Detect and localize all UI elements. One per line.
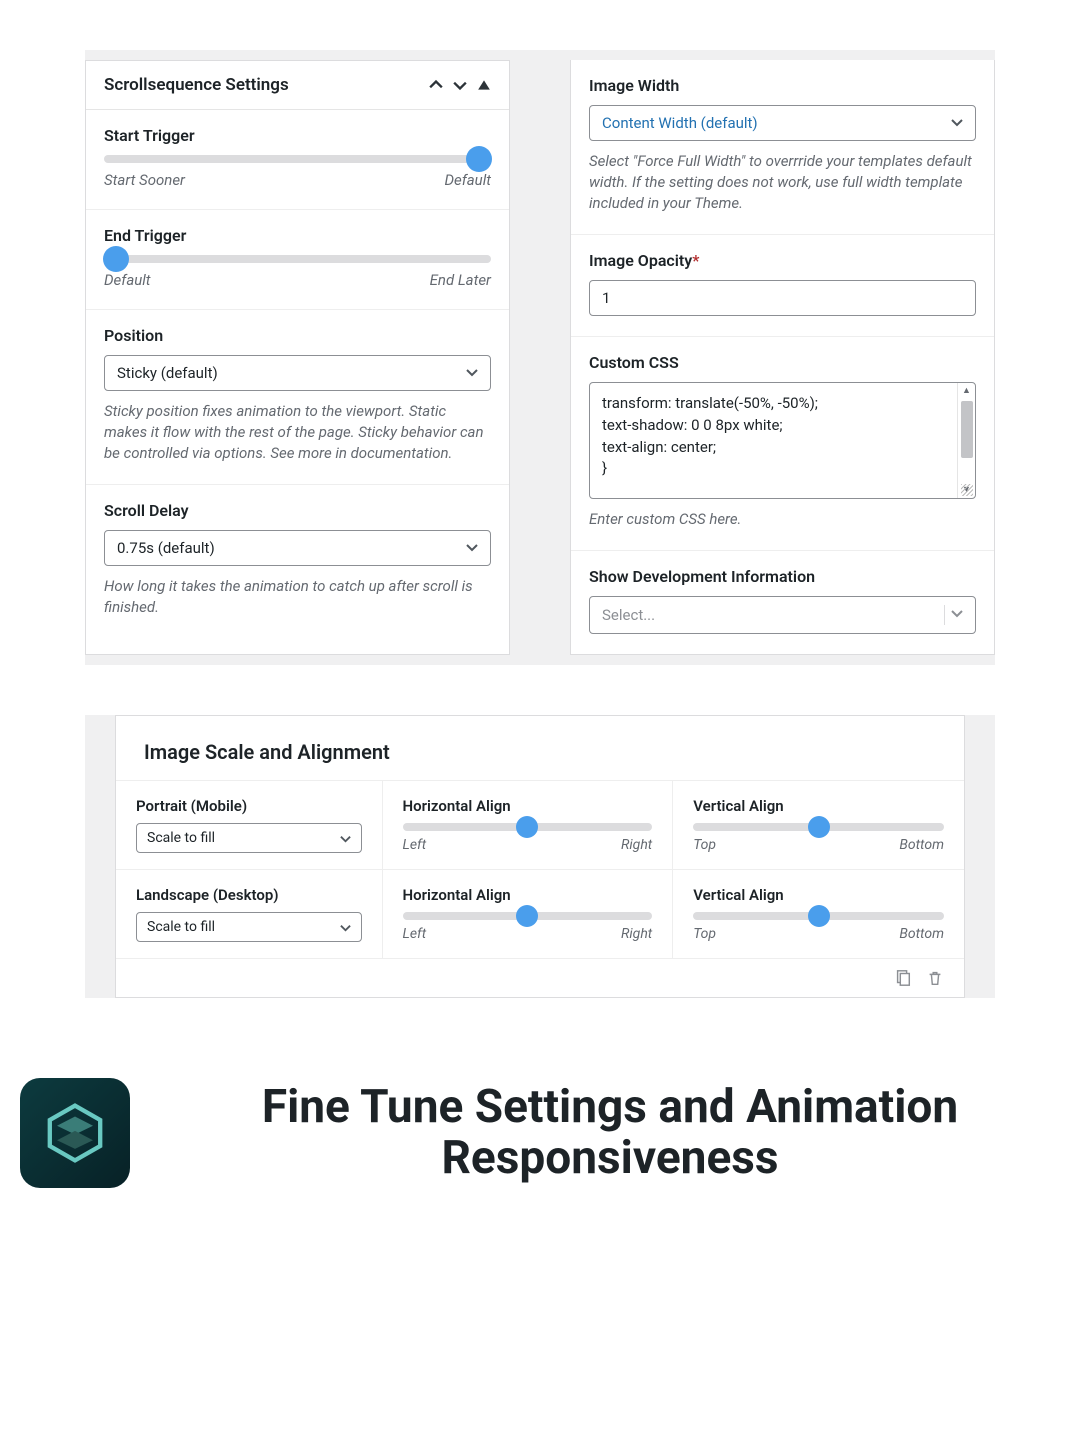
halign-slider[interactable] <box>403 912 653 920</box>
chevron-down-icon <box>951 116 963 131</box>
settings-panel-left: Scrollsequence Settings Start Trigger St… <box>85 60 510 655</box>
image-opacity-label: Image Opacity* <box>589 251 976 270</box>
scroll-delay-section: Scroll Delay 0.75s (default) How long it… <box>86 485 509 638</box>
mode-label: Landscape (Desktop) <box>136 886 362 904</box>
image-width-select[interactable]: Content Width (default) <box>589 105 976 141</box>
custom-css-label: Custom CSS <box>589 353 976 372</box>
end-slider-left: Default <box>104 271 151 289</box>
custom-css-section: Custom CSS transform: translate(-50%, -5… <box>571 337 994 551</box>
settings-panel-right: Image Width Content Width (default) Sele… <box>570 60 995 655</box>
panel-title: Scrollsequence Settings <box>104 75 289 95</box>
textarea-scrollbar[interactable]: ▲ ▼ <box>957 383 975 498</box>
panel-header: Scrollsequence Settings <box>86 61 509 110</box>
halign-slider[interactable] <box>403 823 653 831</box>
start-trigger-label: Start Trigger <box>104 126 491 145</box>
dev-info-placeholder: Select... <box>602 606 655 624</box>
dev-info-label: Show Development Information <box>589 567 976 586</box>
valign-label: Vertical Align <box>693 886 944 904</box>
scroll-delay-help: How long it takes the animation to catch… <box>104 576 491 618</box>
custom-css-help: Enter custom CSS here. <box>589 509 976 530</box>
triangle-up-icon[interactable] <box>477 78 491 92</box>
position-select-value: Sticky (default) <box>117 364 218 382</box>
chevron-down-icon <box>942 605 963 625</box>
end-trigger-slider[interactable] <box>104 255 491 263</box>
end-trigger-label: End Trigger <box>104 226 491 245</box>
scroll-delay-label: Scroll Delay <box>104 501 491 520</box>
dev-info-section: Show Development Information Select... <box>571 551 994 654</box>
start-trigger-slider[interactable] <box>104 155 491 163</box>
valign-slider[interactable] <box>693 912 944 920</box>
scroll-delay-select[interactable]: 0.75s (default) <box>104 530 491 566</box>
promo-footer: Fine Tune Settings and Animation Respons… <box>0 1038 1080 1208</box>
image-width-label: Image Width <box>589 76 976 95</box>
image-opacity-section: Image Opacity* 1 <box>571 235 994 337</box>
start-trigger-section: Start Trigger Start Sooner Default <box>86 110 509 210</box>
end-slider-right: End Later <box>430 271 491 289</box>
position-help: Sticky position fixes animation to the v… <box>104 401 491 464</box>
valign-label: Vertical Align <box>693 797 944 815</box>
trash-icon[interactable] <box>926 969 944 987</box>
halign-label: Horizontal Align <box>403 797 653 815</box>
image-opacity-input[interactable]: 1 <box>589 280 976 316</box>
image-scale-panel: Image Scale and Alignment Portrait (Mobi… <box>115 715 965 998</box>
position-section: Position Sticky (default) Sticky positio… <box>86 310 509 485</box>
start-slider-right: Default <box>444 171 491 189</box>
scale-mode-select[interactable]: Scale to fill <box>136 823 362 853</box>
scale-mode-select[interactable]: Scale to fill <box>136 912 362 942</box>
position-label: Position <box>104 326 491 345</box>
chevron-down-icon <box>466 366 478 381</box>
chevron-down-icon[interactable] <box>453 78 467 92</box>
custom-css-textarea[interactable]: transform: translate(-50%, -50%); text-s… <box>589 382 976 499</box>
end-trigger-section: End Trigger Default End Later <box>86 210 509 310</box>
chevron-up-icon[interactable] <box>429 78 443 92</box>
duplicate-icon[interactable] <box>894 969 912 987</box>
scroll-delay-value: 0.75s (default) <box>117 539 215 557</box>
promo-title: Fine Tune Settings and Animation Respons… <box>160 1082 1060 1183</box>
panel-footer <box>116 958 964 997</box>
logo-icon <box>20 1078 130 1188</box>
position-select[interactable]: Sticky (default) <box>104 355 491 391</box>
image-width-value: Content Width (default) <box>602 114 758 132</box>
custom-css-content: transform: translate(-50%, -50%); text-s… <box>590 383 957 498</box>
image-scale-title: Image Scale and Alignment <box>116 716 964 780</box>
chevron-down-icon <box>466 541 478 556</box>
dev-info-select[interactable]: Select... <box>589 596 976 634</box>
valign-slider[interactable] <box>693 823 944 831</box>
halign-label: Horizontal Align <box>403 886 653 904</box>
mode-label: Portrait (Mobile) <box>136 797 362 815</box>
image-width-section: Image Width Content Width (default) Sele… <box>571 60 994 235</box>
image-width-help: Select "Force Full Width" to overrride y… <box>589 151 976 214</box>
start-slider-left: Start Sooner <box>104 171 185 189</box>
